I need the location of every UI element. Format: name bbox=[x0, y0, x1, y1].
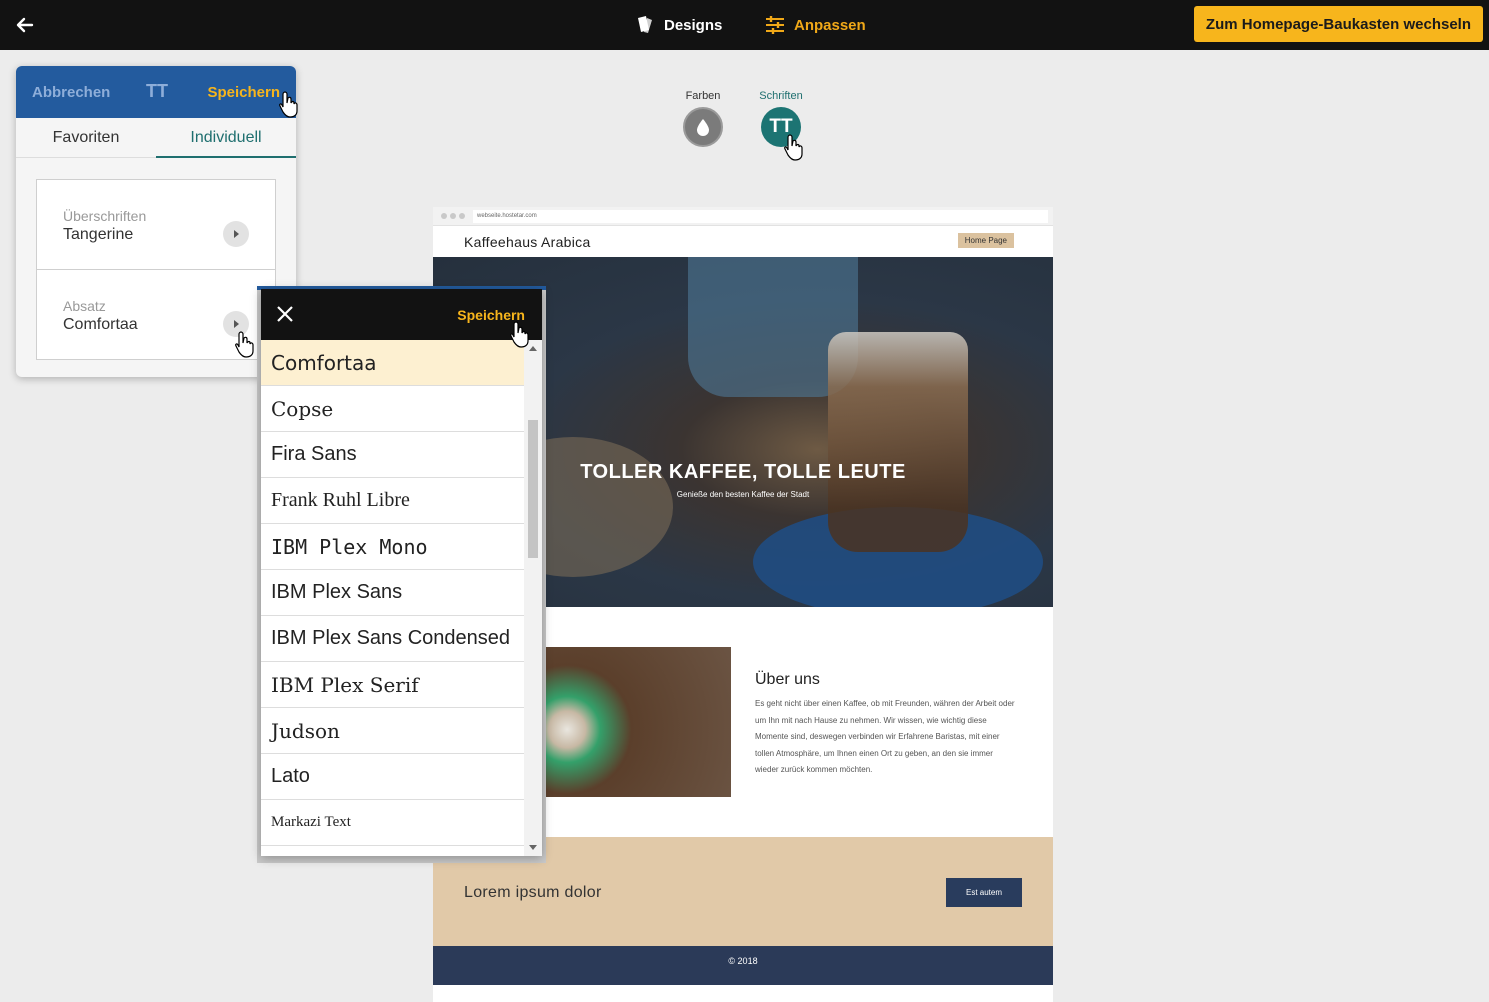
heading-font-value: Tangerine bbox=[63, 226, 134, 243]
cards-icon bbox=[638, 16, 652, 33]
about-title: Über uns bbox=[755, 671, 820, 688]
top-bar: Designs Anpassen Zum Homepage-Baukasten … bbox=[0, 0, 1489, 50]
cta-button[interactable]: Est autem bbox=[946, 878, 1022, 907]
site-header: Kaffeehaus Arabica Home Page bbox=[433, 226, 1053, 257]
back-arrow-icon[interactable] bbox=[12, 12, 38, 38]
toggle-farben[interactable]: Farben bbox=[673, 90, 733, 147]
schriften-label: Schriften bbox=[759, 90, 803, 102]
close-icon[interactable] bbox=[275, 304, 295, 324]
site-footer: © 2018 bbox=[433, 946, 1053, 985]
nav-designs[interactable]: Designs bbox=[634, 0, 722, 50]
font-options: Überschriften Tangerine Absatz Comfortaa bbox=[36, 179, 276, 360]
panel-header: Abbrechen TT Speichern bbox=[16, 66, 296, 118]
browser-bar: webseite.hostetar.com bbox=[433, 207, 1053, 226]
font-option[interactable]: IBM Plex Serif bbox=[261, 662, 524, 708]
font-picker-dropdown: Speichern Comfortaa Copse Fira Sans Frank R… bbox=[261, 289, 542, 856]
font-list: Comfortaa Copse Fira Sans Frank Ruhl Libre I… bbox=[261, 340, 524, 846]
font-option[interactable]: IBM Plex Sans Condensed bbox=[261, 616, 524, 662]
font-option[interactable]: IBM Plex Sans bbox=[261, 570, 524, 616]
text-size-icon: TT bbox=[769, 116, 793, 137]
panel-save-button[interactable]: Speichern bbox=[207, 84, 280, 101]
paragraph-font-row[interactable]: Absatz Comfortaa bbox=[37, 270, 275, 360]
font-option[interactable]: Fira Sans bbox=[261, 432, 524, 478]
switch-builder-button[interactable]: Zum Homepage-Baukasten wechseln bbox=[1193, 6, 1483, 42]
font-option[interactable]: Markazi Text bbox=[261, 800, 524, 846]
nav-home-page[interactable]: Home Page bbox=[957, 233, 1014, 248]
panel-tabs: Favoriten Individuell bbox=[16, 118, 296, 158]
nav-designs-label: Designs bbox=[664, 16, 723, 34]
font-settings-panel: Abbrechen TT Speichern Favoriten Individ… bbox=[16, 66, 296, 377]
drop-icon bbox=[697, 119, 709, 136]
toggle-schriften[interactable]: Schriften TT bbox=[751, 90, 811, 147]
heading-font-row[interactable]: Überschriften Tangerine bbox=[37, 180, 275, 270]
font-option[interactable]: IBM Plex Mono bbox=[261, 524, 524, 570]
scrollbar[interactable] bbox=[524, 340, 542, 856]
chevron-right-icon[interactable] bbox=[223, 311, 249, 337]
font-option[interactable]: Frank Ruhl Libre bbox=[261, 478, 524, 524]
heading-font-caption: Überschriften bbox=[63, 208, 147, 224]
nav-anpassen[interactable]: Anpassen bbox=[764, 0, 866, 50]
farben-label: Farben bbox=[685, 90, 721, 102]
scroll-up-icon[interactable] bbox=[529, 346, 537, 351]
farben-button[interactable] bbox=[683, 107, 723, 147]
font-option[interactable]: Comfortaa bbox=[261, 340, 524, 386]
nav-anpassen-label: Anpassen bbox=[794, 16, 866, 34]
scroll-down-icon[interactable] bbox=[529, 845, 537, 850]
paragraph-font-caption: Absatz bbox=[63, 298, 106, 314]
dropdown-save-button[interactable]: Speichern bbox=[457, 307, 525, 323]
chevron-right-icon[interactable] bbox=[223, 221, 249, 247]
font-option[interactable]: Lato bbox=[261, 754, 524, 800]
paragraph-font-value: Comfortaa bbox=[63, 316, 138, 333]
font-option[interactable]: Copse bbox=[261, 386, 524, 432]
cta-text: Lorem ipsum dolor bbox=[464, 884, 602, 901]
about-text: Es geht nicht über einen Kaffee, ob mit … bbox=[755, 699, 1015, 774]
dropdown-header: Speichern bbox=[261, 289, 542, 340]
scroll-thumb[interactable] bbox=[528, 420, 538, 558]
tab-individuell[interactable]: Individuell bbox=[156, 118, 296, 158]
tab-favoriten[interactable]: Favoriten bbox=[16, 118, 156, 158]
text-size-icon: TT bbox=[146, 81, 168, 101]
site-brand: Kaffeehaus Arabica bbox=[464, 234, 591, 250]
schriften-button[interactable]: TT bbox=[761, 107, 801, 147]
font-option[interactable]: Judson bbox=[261, 708, 524, 754]
sliders-icon bbox=[766, 16, 784, 34]
browser-url: webseite.hostetar.com bbox=[473, 210, 1048, 223]
cancel-button[interactable]: Abbrechen bbox=[32, 84, 110, 101]
